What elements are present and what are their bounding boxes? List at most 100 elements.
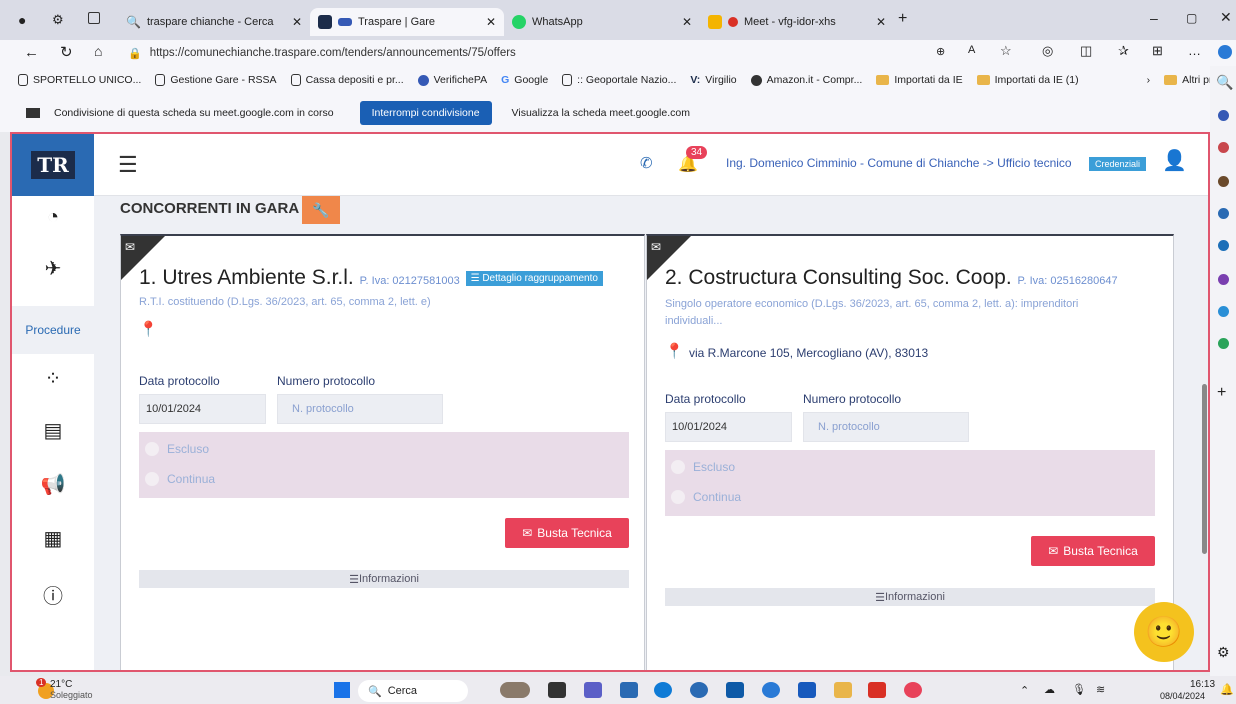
search-icon[interactable]: 🔍: [1216, 74, 1233, 91]
protocol-date-input[interactable]: 10/01/2024: [139, 394, 266, 424]
more-menu-icon[interactable]: …: [1188, 43, 1201, 58]
copilot-icon[interactable]: [1218, 45, 1232, 59]
wrench-button[interactable]: 🔧: [302, 196, 340, 224]
chrome-icon[interactable]: [690, 682, 708, 698]
acrobat-icon[interactable]: [868, 682, 886, 698]
new-tab-button[interactable]: +: [898, 10, 907, 28]
sidebar-item-procedure[interactable]: Procedure: [12, 306, 94, 354]
app-logo[interactable]: TR: [12, 134, 94, 196]
windows-start-icon[interactable]: [334, 682, 350, 698]
paper-plane-icon[interactable]: ✈: [12, 256, 94, 281]
info-button[interactable]: ☰ Informazioni: [665, 588, 1155, 606]
close-tab-icon[interactable]: ✕: [486, 15, 496, 29]
tools-icon[interactable]: [1218, 142, 1229, 153]
collections-icon[interactable]: ⊞: [1152, 43, 1163, 59]
settings-gear-icon[interactable]: ⚙: [1217, 644, 1230, 661]
group-detail-button[interactable]: ☰ Dettaglio raggruppamento: [465, 270, 603, 286]
bookmark-folder[interactable]: Importati da IE (1): [976, 74, 1079, 86]
protocol-number-input[interactable]: N. protocollo: [277, 394, 443, 424]
notification-bell-icon[interactable]: 🔔: [1220, 683, 1234, 696]
user-info[interactable]: Ing. Domenico Cimminio - Comune di Chian…: [726, 156, 1072, 170]
widget-icon[interactable]: [500, 682, 530, 698]
document-code-icon[interactable]: ▤: [12, 418, 94, 443]
scrollbar-thumb[interactable]: [1202, 384, 1207, 554]
tab-actions-icon[interactable]: [88, 12, 100, 24]
task-view-icon[interactable]: [548, 682, 566, 698]
bookmark-folder[interactable]: Importati da IE: [876, 74, 963, 86]
calculator-icon[interactable]: ▦: [12, 526, 94, 551]
credentials-button[interactable]: Credenziali: [1089, 157, 1147, 171]
tab-traspare-gare[interactable]: Traspare | Gare ✕: [310, 8, 504, 36]
send-icon[interactable]: [1218, 306, 1229, 317]
folder-icon[interactable]: [834, 682, 852, 698]
bookmark-item[interactable]: :: Geoportale Nazio...: [562, 74, 676, 86]
word-icon[interactable]: [798, 682, 816, 698]
help-question-icon[interactable]: ⓘ: [12, 580, 94, 609]
continue-radio[interactable]: Continua: [671, 490, 741, 504]
weather-temp[interactable]: 21°C: [50, 679, 72, 690]
restore-button[interactable]: ▢: [1186, 11, 1197, 25]
tab-meet[interactable]: Meet - vfg-idor-xhs ✕: [700, 8, 894, 36]
bookmark-item[interactable]: VerifichePA: [417, 74, 487, 86]
bookmark-item[interactable]: Amazon.it - Compr...: [750, 74, 862, 86]
store-icon[interactable]: [726, 682, 744, 698]
excluded-radio[interactable]: Escluso: [145, 442, 209, 456]
office-icon[interactable]: [1218, 208, 1229, 219]
clock-time[interactable]: 16:13: [1190, 679, 1215, 690]
bookmark-item[interactable]: Gestione Gare - RSSA: [155, 74, 277, 86]
bookmark-item[interactable]: V: Virgilio: [690, 74, 736, 86]
workspaces-icon[interactable]: ⚙: [52, 12, 64, 28]
designer-icon[interactable]: [1218, 274, 1229, 285]
close-tab-icon[interactable]: ✕: [682, 15, 692, 29]
minimize-button[interactable]: –: [1150, 10, 1158, 26]
edge-icon[interactable]: [654, 682, 672, 698]
tab-whatsapp[interactable]: WhatsApp ✕: [504, 8, 700, 36]
refresh-icon[interactable]: ↻: [60, 43, 73, 61]
tab-search[interactable]: 🔍 traspare chianche - Cerca ✕: [118, 8, 310, 36]
bookmark-item[interactable]: Cassa depositi e pr...: [290, 74, 404, 86]
number-label: Numero protocollo: [803, 392, 902, 406]
games-icon[interactable]: [1218, 176, 1229, 187]
close-tab-icon[interactable]: ✕: [292, 15, 302, 29]
number-label: Numero protocollo: [277, 374, 376, 388]
bookmarks-overflow-icon[interactable]: ›: [1147, 74, 1151, 86]
shopping-icon[interactable]: [1218, 110, 1229, 121]
busta-tecnica-button[interactable]: ✉ Busta Tecnica: [1031, 536, 1155, 566]
outlook-icon[interactable]: [1218, 240, 1229, 251]
spinner-icon[interactable]: ⁘: [12, 366, 94, 391]
add-app-icon[interactable]: +: [1217, 384, 1226, 402]
assistant-avatar[interactable]: 🙂: [1134, 602, 1194, 662]
info-button[interactable]: ☰ Informazioni: [139, 570, 629, 588]
dashboard-gauge-icon[interactable]: ◔: [12, 206, 94, 229]
close-window-button[interactable]: ✕: [1220, 9, 1232, 26]
microphone-icon[interactable]: 🎙: [1072, 683, 1086, 696]
tray-chevron-icon[interactable]: ⌃: [1020, 684, 1029, 697]
profile-icon[interactable]: ●: [18, 12, 26, 28]
taskbar-search[interactable]: 🔍 Cerca: [358, 680, 468, 702]
hamburger-menu-icon[interactable]: ☰: [118, 152, 138, 178]
protocol-number-input[interactable]: N. protocollo: [803, 412, 969, 442]
protocol-date-input[interactable]: 10/01/2024: [665, 412, 792, 442]
home-icon[interactable]: ⌂: [94, 43, 102, 59]
back-icon[interactable]: ←: [24, 44, 39, 61]
view-meet-tab-link[interactable]: Visualizza la scheda meet.google.com: [512, 107, 690, 119]
bookmark-item[interactable]: SPORTELLO UNICO...: [18, 74, 141, 86]
onedrive-icon[interactable]: ☁: [1044, 683, 1055, 696]
clock-date[interactable]: 08/04/2024: [1160, 691, 1205, 701]
megaphone-icon[interactable]: 📢: [12, 472, 94, 497]
explorer-icon[interactable]: [620, 682, 638, 698]
busta-tecnica-button[interactable]: ✉ Busta Tecnica: [505, 518, 629, 548]
drop-icon[interactable]: [1218, 338, 1229, 349]
bookmark-item[interactable]: G Google: [501, 74, 548, 86]
user-avatar-icon[interactable]: 👤: [1162, 148, 1187, 173]
wifi-volume-icon[interactable]: ≋: [1096, 683, 1105, 696]
teams-icon[interactable]: [584, 682, 602, 698]
close-tab-icon[interactable]: ✕: [876, 15, 886, 29]
stop-sharing-button[interactable]: Interrompi condivisione: [359, 101, 492, 125]
continue-radio[interactable]: Continua: [145, 472, 215, 486]
url-field[interactable]: 🔒 https://comunechianche.traspare.com/te…: [128, 43, 1128, 63]
excluded-radio[interactable]: Escluso: [671, 460, 735, 474]
app-icon[interactable]: [762, 682, 780, 698]
phone-icon[interactable]: ✆: [640, 154, 653, 172]
opera-icon[interactable]: [904, 682, 922, 698]
